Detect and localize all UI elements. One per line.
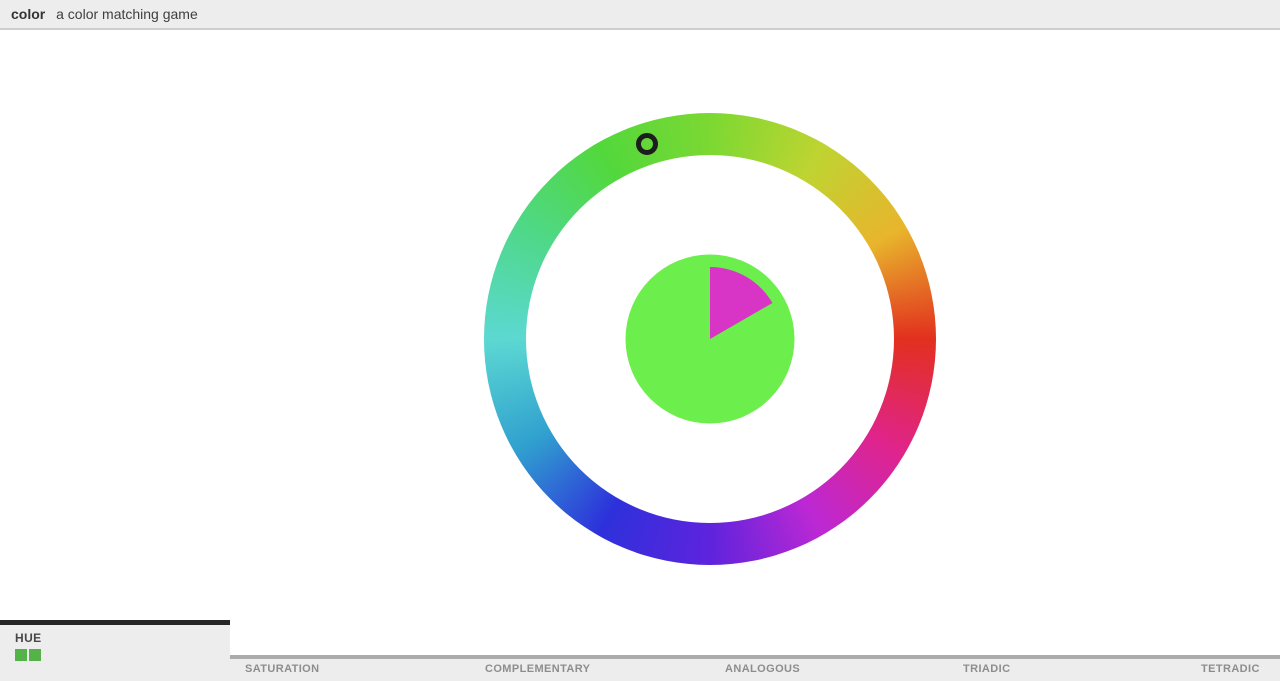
tab-complementary-label: COMPLEMENTARY (485, 663, 591, 675)
tab-hue-topbar (0, 620, 230, 625)
header-bar: color a color matching game (0, 0, 1280, 30)
tab-tetradic-topbar (1186, 655, 1280, 659)
tab-tetradic-label: TETRADIC (1201, 663, 1260, 675)
tab-saturation-label: SATURATION (245, 663, 320, 675)
tab-tetradic[interactable]: TETRADIC (1186, 655, 1280, 681)
tab-saturation-topbar (230, 655, 470, 659)
tab-analogous-topbar (710, 655, 950, 659)
tab-saturation[interactable]: SATURATION (230, 655, 470, 681)
progress-square (15, 649, 27, 661)
tab-hue[interactable]: HUE (0, 620, 230, 681)
target-color-display (625, 254, 795, 424)
progress-square (29, 649, 41, 661)
app-tagline: a color matching game (56, 6, 198, 22)
game-stage: color a color matching game HUE SATURATI… (0, 0, 1280, 681)
tab-triadic-topbar (948, 655, 1188, 659)
hue-marker[interactable] (635, 133, 658, 156)
tab-analogous-label: ANALOGOUS (725, 663, 801, 675)
tab-complementary-topbar (470, 655, 710, 659)
tab-complementary[interactable]: COMPLEMENTARY (470, 655, 710, 681)
tab-triadic-label: TRIADIC (963, 663, 1011, 675)
tab-analogous[interactable]: ANALOGOUS (710, 655, 950, 681)
app-title: color (11, 6, 46, 22)
progress-squares (15, 649, 41, 661)
tab-triadic[interactable]: TRIADIC (948, 655, 1188, 681)
tab-hue-label: HUE (15, 631, 42, 645)
